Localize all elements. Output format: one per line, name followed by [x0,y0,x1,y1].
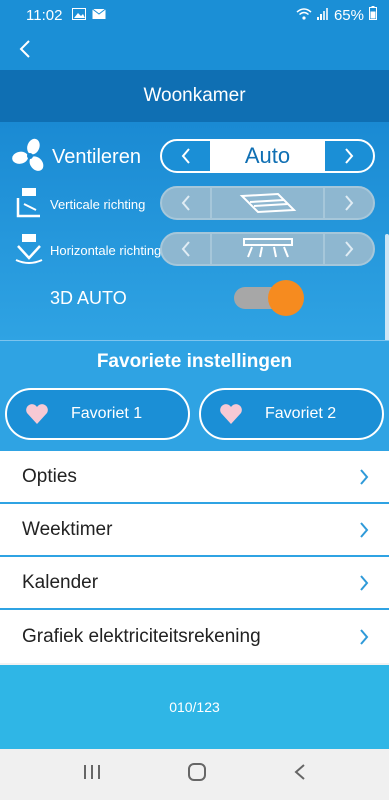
horizontal-direction-label: Horizontale richting [50,243,162,258]
chevron-right-icon [360,628,369,645]
fan-speed-selector: Auto [160,139,375,173]
chevron-left-icon [181,148,190,164]
recent-apps-icon [84,765,101,779]
vertical-direction-label: Verticale richting [50,197,146,212]
heart-icon [7,403,67,425]
recent-apps-button[interactable] [83,764,101,785]
vertical-direction-selector [160,186,375,220]
vertical-next-button[interactable] [325,188,373,218]
horizontal-direction-selector [160,232,375,266]
toggle-knob [268,280,304,316]
fan-prev-button[interactable] [162,141,210,171]
back-nav-button[interactable] [294,763,306,786]
image-icon [72,7,87,24]
favorite-2-button[interactable]: Favoriet 2 [199,388,384,440]
fan-label: Ventileren [52,146,141,168]
menu-item-label: Kalender [22,571,99,593]
chevron-left-icon [19,40,30,58]
wifi-icon [296,7,312,24]
horizontal-next-button[interactable] [325,234,373,264]
favorites-section: Favoriete instellingen Favoriet 1 Favori… [0,341,389,451]
heart-icon [201,403,261,425]
3d-auto-label: 3D AUTO [50,288,127,308]
favorite-2-label: Favoriet 2 [265,405,337,422]
page-title-bar: Woonkamer [0,70,389,122]
message-icon [92,7,107,24]
menu-item-calendar[interactable]: Kalender [0,557,389,610]
menu-item-label: Opties [22,465,77,487]
battery-icon [369,6,377,24]
home-button[interactable] [187,763,207,786]
top-navigation [0,30,389,70]
battery-text: 65% [333,6,364,24]
chevron-right-icon [345,241,354,257]
system-navigation-bar [0,749,389,800]
status-time: 11:02 [26,6,63,24]
vertical-direction-icon [14,186,44,225]
footer: 010/123 [0,665,389,749]
page-title: Woonkamer [143,85,246,106]
chevron-left-icon [181,241,190,257]
3d-auto-toggle[interactable] [234,280,304,316]
signal-icon [316,7,329,24]
favorite-1-label: Favoriet 1 [71,405,143,422]
chevron-right-icon [360,574,369,591]
home-icon [188,763,207,781]
menu-item-weektimer[interactable]: Weektimer [0,504,389,557]
horizontal-prev-button[interactable] [162,234,210,264]
airflow-horizontal-icon [242,238,293,258]
menu-list: Opties Weektimer Kalender Grafiek elektr… [0,451,389,663]
vertical-direction-value [210,188,325,218]
footer-code: 010/123 [169,699,220,715]
chevron-right-icon [360,521,369,538]
chevron-right-icon [345,148,354,164]
chevron-right-icon [360,468,369,485]
vertical-prev-button[interactable] [162,188,210,218]
horizontal-direction-icon [12,232,46,271]
menu-item-label: Grafiek elektriciteitsrekening [22,625,261,647]
back-icon [294,764,305,780]
fan-icon [12,138,48,179]
status-bar: 11:02 65% [0,0,389,30]
horizontal-direction-value [210,234,325,264]
favorite-1-button[interactable]: Favoriet 1 [5,388,190,440]
menu-item-label: Weektimer [22,518,113,540]
menu-item-options[interactable]: Opties [0,451,389,504]
fan-speed-value: Auto [210,141,325,171]
airflow-vertical-icon [239,192,296,214]
back-button[interactable] [12,36,38,62]
chevron-right-icon [345,195,354,211]
menu-item-electricity-chart[interactable]: Grafiek elektriciteitsrekening [0,610,389,663]
favorites-title: Favoriete instellingen [96,351,293,372]
fan-next-button[interactable] [325,141,373,171]
chevron-left-icon [181,195,190,211]
